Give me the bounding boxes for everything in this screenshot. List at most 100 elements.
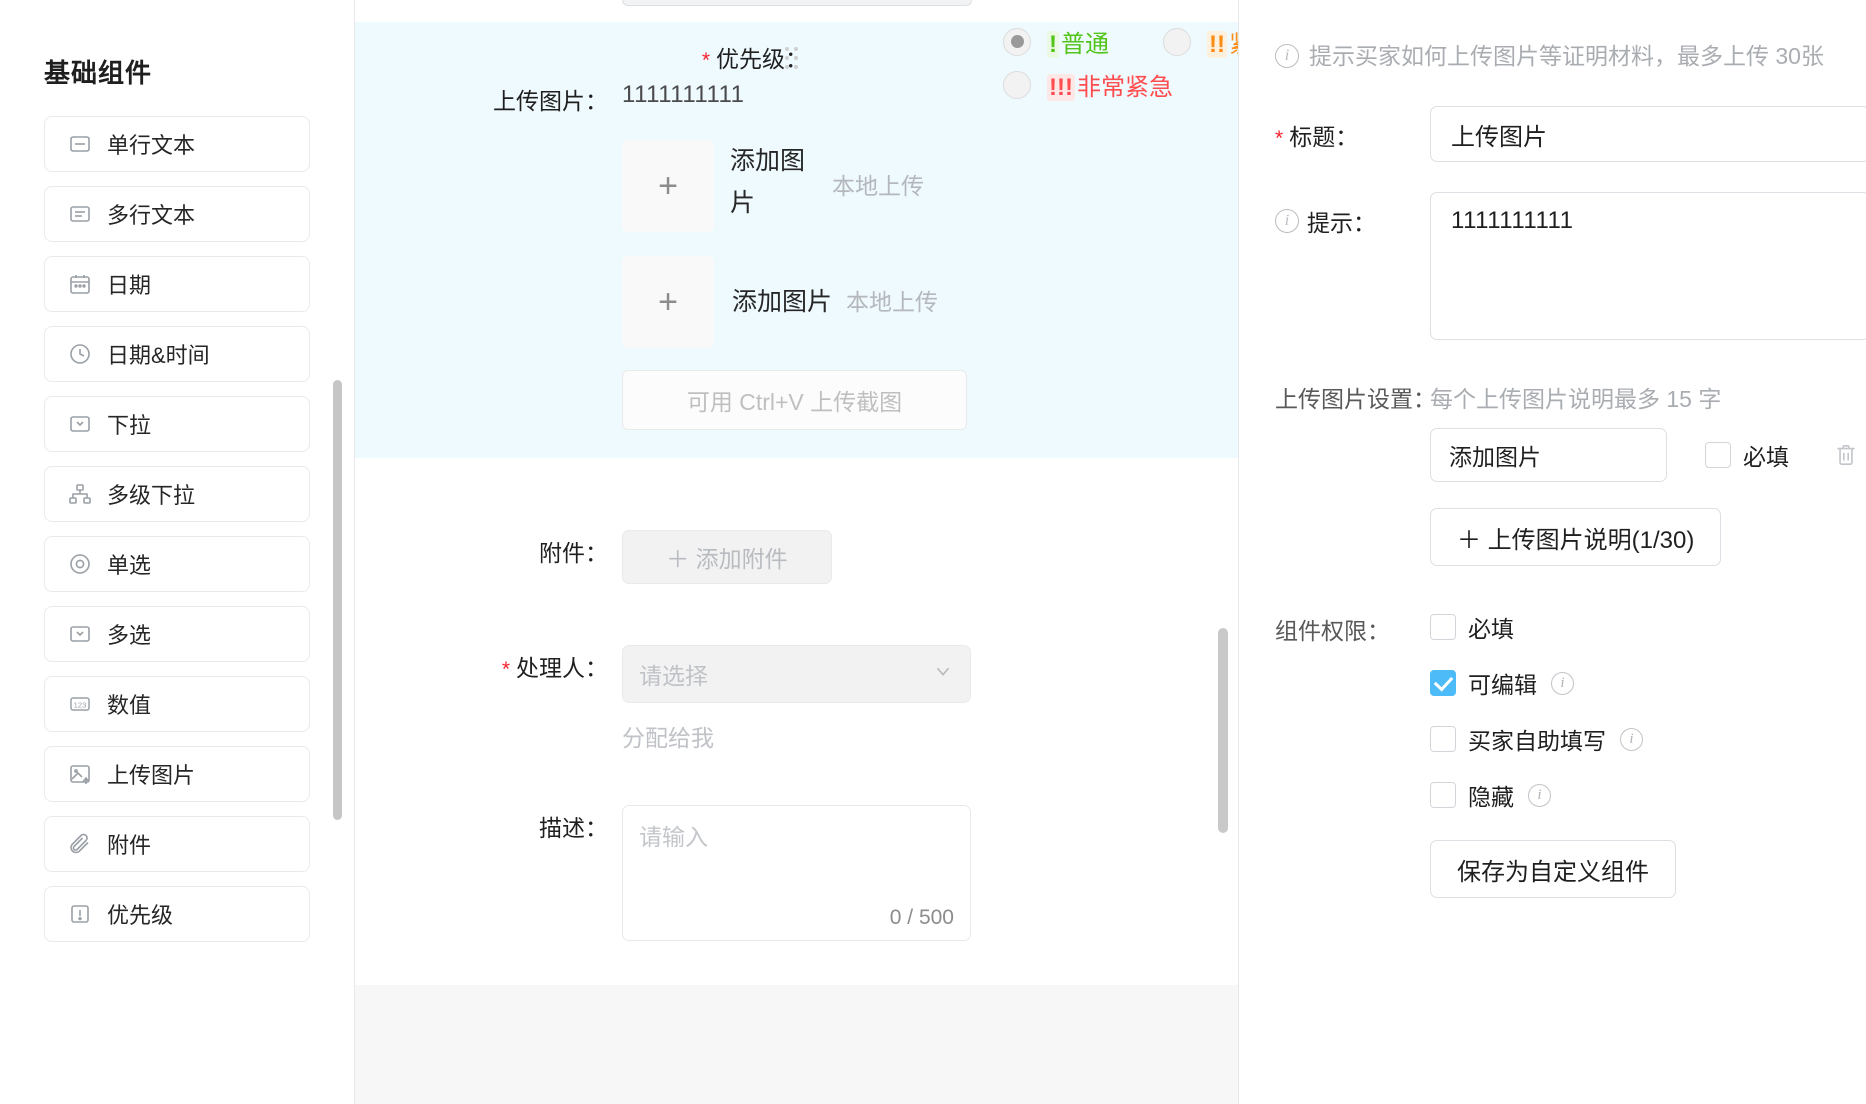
sidebar-item-cascader[interactable]: 多级下拉 [44,466,310,522]
priority-options-line-1: !普通 !!紧急 [1003,24,1238,59]
upload-slot-row-2: + 添加图片 本地上传 [355,256,1238,348]
sidebar-item-label: 上传图片 [107,763,196,788]
permission-checkbox-buyer-fill[interactable] [1430,726,1456,752]
plus-icon: + [658,166,678,205]
sidebar-item-label: 单行文本 [107,133,196,158]
field-block-priority[interactable] [355,985,1238,1104]
property-inspector: i 提示买家如何上传图片等证明材料，最多上传 30张 * 标题： 上传图片 i 提示… [1239,0,1866,1104]
description-textarea[interactable]: 请输入 0 / 500 [622,805,971,941]
inspector-hint-text: 提示买家如何上传图片等证明材料，最多上传 30张 [1309,43,1824,69]
priority-tag-normal[interactable]: ! 普通 [1047,24,1109,59]
permission-label-required: 必填 [1468,616,1514,642]
previous-field-partial [622,0,972,6]
field-block-attachment[interactable]: 附件： ＋ 添加附件 [355,530,1238,584]
radio-icon [67,551,93,577]
sidebar-item-label: 日期 [107,273,152,298]
priority-bang-normal: ! [1047,31,1059,58]
info-icon[interactable]: i [1551,671,1574,695]
permission-checkbox-required[interactable] [1430,614,1456,640]
sidebar-item-date[interactable]: 日期 [44,256,310,312]
permission-checkbox-editable[interactable] [1430,670,1456,696]
sidebar-item-radio[interactable]: 单选 [44,536,310,592]
sidebar-item-multi-select[interactable]: 多选 [44,606,310,662]
inspector-tip-row: i 提示： 1111111111 [1275,192,1866,340]
handler-select[interactable]: 请选择 [622,645,971,703]
clock-icon [67,341,93,367]
inspector-tip-textarea[interactable]: 1111111111 [1430,192,1866,340]
field-block-handler[interactable]: * 处理人： 请选择 分配给我 [355,645,1238,753]
permission-item-hidden: 隐藏 i [1430,778,1676,812]
component-list: 单行文本 多行文本 日期 日期&时间 下拉 多级下拉 单选 多选 123 数值 … [44,116,310,942]
sidebar-item-label: 多选 [107,623,152,648]
priority-radio-urgent[interactable] [1163,27,1191,56]
description-placeholder: 请输入 [639,824,708,850]
permission-item-buyer-fill: 买家自助填写 i [1430,722,1676,756]
single-line-text-icon [67,131,93,157]
sidebar-item-priority[interactable]: 优先级 [44,886,310,942]
sidebar-item-label: 多行文本 [107,203,196,228]
caption-required-checkbox[interactable] [1705,442,1731,468]
priority-bang-very-urgent: !!! [1047,74,1075,101]
inspector-title-input[interactable]: 上传图片 [1430,106,1866,162]
inspector-settings-label: 上传图片设置： [1275,386,1436,412]
attachment-label: 附件： [539,540,608,566]
handler-placeholder: 请选择 [639,663,708,689]
permission-label-buyer-fill: 买家自助填写 [1468,728,1606,754]
required-asterisk: * [501,658,510,681]
save-as-custom-component-button[interactable]: 保存为自定义组件 [1430,840,1676,898]
priority-label: * 优先级： [555,40,822,74]
local-upload-hint-2: 本地上传 [846,289,939,315]
sidebar-item-label: 优先级 [107,903,174,928]
sidebar-item-number[interactable]: 123 数值 [44,676,310,732]
sidebar-item-label: 日期&时间 [107,343,210,368]
inspector-hint: i 提示买家如何上传图片等证明材料，最多上传 30张 [1275,36,1850,76]
upload-slot-row-1: + 添加图片 本地上传 [355,140,1238,232]
calendar-icon [67,271,93,297]
assign-to-me-link[interactable]: 分配给我 [622,719,1238,753]
paste-screenshot-hint[interactable]: 可用 Ctrl+V 上传截图 [622,370,967,430]
sidebar-item-date-time[interactable]: 日期&时间 [44,326,310,382]
inspector-tip-label: i 提示： [1275,192,1430,238]
component-sidebar: 基础组件 单行文本 多行文本 日期 日期&时间 下拉 多级下拉 单选 多选 12… [0,0,355,1104]
trash-icon[interactable] [1833,441,1859,469]
caption-required-label: 必填 [1743,444,1789,470]
info-icon[interactable]: i [1620,727,1643,751]
sidebar-item-label: 附件 [107,833,152,858]
sidebar-item-single-line-text[interactable]: 单行文本 [44,116,310,172]
priority-tag-very-urgent[interactable]: !!! 非常紧急 [1047,67,1173,102]
permission-checkbox-hidden[interactable] [1430,782,1456,808]
add-image-caption-1: 添加图片 [730,147,806,217]
caption-item-input[interactable]: 添加图片 [1430,428,1667,482]
description-counter: 0 / 500 [889,906,954,929]
sidebar-title: 基础组件 [44,58,153,88]
add-image-button-1[interactable]: + [622,140,714,232]
local-upload-hint-1: 本地上传 [832,173,924,199]
inspector-title-label: * 标题： [1275,106,1430,152]
priority-tag-urgent[interactable]: !!紧急 [1207,24,1238,59]
sidebar-scrollbar[interactable] [333,380,342,820]
image-upload-icon [67,761,93,787]
add-caption-wrap: ＋ 上传图片说明(1/30) [1430,508,1859,566]
add-attachment-button[interactable]: ＋ 添加附件 [622,530,832,584]
info-icon[interactable]: i [1528,783,1551,807]
exclamation-box-icon [67,901,93,927]
sidebar-item-dropdown[interactable]: 下拉 [44,396,310,452]
canvas-scrollbar[interactable] [1218,628,1228,833]
sidebar-item-attachment[interactable]: 附件 [44,816,310,872]
inspector-title-row: * 标题： 上传图片 [1275,106,1866,162]
upload-image-label: 上传图片： [493,88,608,114]
inspector-permission-label: 组件权限： [1275,618,1390,644]
inspector-title-label-text: 标题： [1289,124,1359,150]
add-image-button-2[interactable]: + [622,256,714,348]
priority-radio-normal[interactable] [1003,27,1031,56]
field-block-description[interactable]: 描述： 请输入 0 / 500 [355,805,1238,941]
sidebar-item-label: 多级下拉 [107,483,196,508]
add-caption-button[interactable]: ＋ 上传图片说明(1/30) [1430,508,1722,566]
sidebar-item-multi-line-text[interactable]: 多行文本 [44,186,310,242]
sidebar-item-image-upload[interactable]: 上传图片 [44,746,310,802]
sidebar-item-label: 下拉 [107,413,152,438]
paperclip-icon [67,831,93,857]
multi-line-text-icon [67,201,93,227]
sidebar-item-label: 单选 [107,553,152,578]
priority-radio-very-urgent[interactable] [1003,70,1031,99]
